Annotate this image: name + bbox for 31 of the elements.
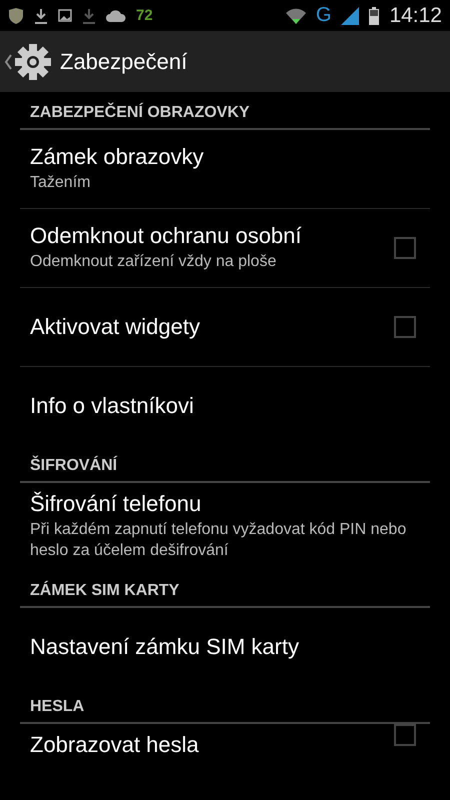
section-header: ZABEZPEČENÍ OBRAZOVKY (20, 92, 430, 130)
checkbox[interactable] (394, 237, 416, 259)
settings-icon[interactable] (14, 42, 52, 80)
network-type: G (316, 4, 332, 27)
signal-icon (341, 6, 360, 24)
setting-title[interactable]: Aktivovat widgety (30, 314, 382, 340)
cloud-icon (106, 10, 126, 22)
setting-summary: Odemknout zařízení vždy na ploše (30, 252, 278, 272)
section-header: ZÁMEK SIM KARTY (20, 570, 430, 608)
setting-summary: Při každém zapnutí telefonu vyžadovat kód PIN nebo heslo za účelem dešifrování (30, 520, 408, 561)
checkbox[interactable] (394, 724, 416, 746)
download-icon (82, 8, 96, 24)
setting-title[interactable]: Info o vlastníkovi (30, 393, 420, 419)
setting-summary: Tažením (30, 173, 92, 194)
battery-icon (369, 6, 380, 24)
section-header: HESLA (20, 686, 430, 724)
section-header: ŠIFROVÁNÍ (20, 445, 430, 483)
image-icon (58, 9, 72, 22)
clock: 14:12 (389, 4, 442, 28)
setting-title[interactable]: Odemknout ochranu osobní (30, 223, 382, 250)
checkbox[interactable] (394, 316, 416, 338)
shield-icon (8, 6, 24, 24)
setting-title[interactable]: Šifrování telefonu (30, 491, 420, 517)
setting-title[interactable]: Zámek obrazovky (30, 144, 420, 170)
setting-title[interactable]: Nastavení zámku SIM karty (30, 634, 420, 660)
back-icon[interactable] (4, 54, 12, 70)
wifi-icon (286, 8, 306, 24)
screen-title: Zabezpečení (60, 48, 188, 74)
battery-percent: 72 (136, 7, 153, 24)
setting-title[interactable]: Zobrazovat hesla (30, 732, 382, 758)
download-icon (34, 8, 48, 24)
